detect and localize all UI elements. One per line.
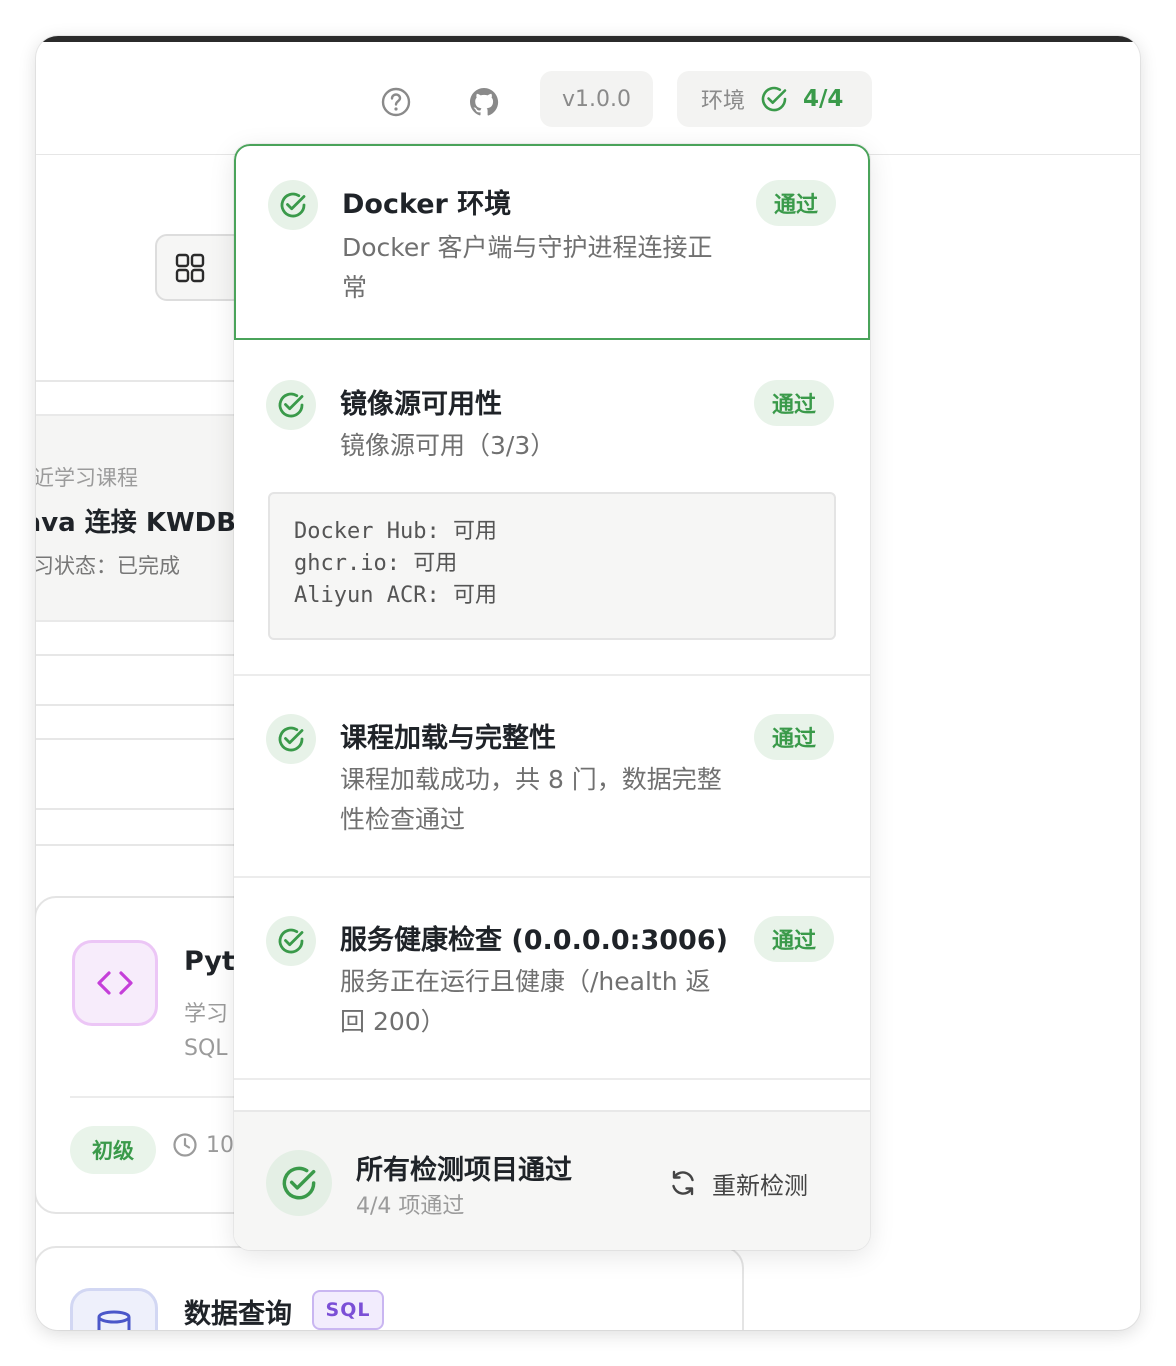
course-card[interactable]: 数据查询 SQL (36, 1246, 744, 1330)
check-description: 课程加载成功，共 8 门，数据完整性检查通过 (340, 765, 722, 834)
summary-title: 所有检测项目通过 (356, 1155, 572, 1186)
mirror-line: Aliyun ACR: 可用 (294, 583, 497, 608)
app-window: v1.0.0 环境 4/4 最近学习课程 Java 连接 KWDB 学习状态：已… (36, 36, 1140, 1330)
check-item-health[interactable]: 服务健康检查 (0.0.0.0:3006) 服务正在运行且健康（/health … (234, 878, 870, 1078)
help-icon[interactable] (376, 82, 416, 122)
check-circle-icon (266, 714, 316, 764)
check-title: 课程加载与完整性 (340, 723, 556, 754)
divider (36, 380, 246, 382)
sql-badge: SQL (312, 1290, 384, 1330)
check-item-courses[interactable]: 课程加载与完整性 课程加载成功，共 8 门，数据完整性检查通过 通过 (234, 676, 870, 876)
duration-value: 10 (206, 1132, 234, 1158)
check-summary-footer: 所有检测项目通过 4/4 项通过 重新检测 (234, 1110, 870, 1250)
check-description: 镜像源可用（3/3） (340, 431, 556, 460)
refresh-icon (668, 1168, 698, 1198)
grid-view-toggle[interactable] (155, 234, 245, 301)
recent-course-status: 学习状态：已完成 (36, 554, 180, 578)
grid-icon (175, 253, 205, 283)
level-badge: 初级 (70, 1126, 156, 1174)
check-title: Docker 环境 (342, 189, 512, 220)
check-title: 镜像源可用性 (340, 389, 502, 420)
check-circle-icon (266, 1150, 332, 1216)
environment-status-button[interactable]: 环境 4/4 (677, 71, 872, 127)
database-icon (70, 1288, 158, 1330)
summary-subtitle: 4/4 项通过 (356, 1194, 465, 1219)
course-title: 数据查询 (184, 1299, 292, 1330)
duration: 10 (172, 1132, 234, 1158)
course-meta: 学习 (184, 1002, 229, 1027)
version-badge[interactable]: v1.0.0 (540, 71, 653, 127)
recent-course-card[interactable]: 最近学习课程 Java 连接 KWDB 学习状态：已完成 (36, 414, 251, 622)
recent-course-label: 最近学习课程 (36, 466, 138, 490)
mirror-line: ghcr.io: 可用 (294, 551, 458, 576)
pass-badge: 通过 (754, 380, 834, 426)
check-description: 服务正在运行且健康（/health 返回 200） (340, 967, 711, 1036)
course-tag: SQL (184, 1036, 228, 1061)
code-icon (72, 940, 158, 1026)
check-description: Docker 客户端与守护进程连接正常 (342, 233, 713, 302)
pass-badge: 通过 (756, 180, 836, 226)
divider (36, 808, 246, 810)
divider (234, 1078, 870, 1080)
environment-count: 4/4 (803, 86, 844, 112)
environment-label: 环境 (701, 89, 746, 114)
divider (36, 704, 246, 706)
mirror-details: Docker Hub: 可用 ghcr.io: 可用 Aliyun ACR: 可… (268, 492, 836, 640)
pass-badge: 通过 (754, 916, 834, 962)
check-title: 服务健康检查 (0.0.0.0:3006) (340, 925, 728, 956)
divider (36, 844, 246, 846)
check-circle-icon (268, 180, 318, 230)
github-icon[interactable] (464, 82, 504, 122)
recheck-button[interactable]: 重新检测 (668, 1160, 808, 1206)
environment-check-popover: Docker 环境 Docker 客户端与守护进程连接正常 通过 镜像源可用性 … (234, 144, 870, 1250)
recheck-label: 重新检测 (712, 1171, 808, 1200)
check-item-docker[interactable]: Docker 环境 Docker 客户端与守护进程连接正常 通过 (234, 144, 870, 340)
check-circle-icon (266, 380, 316, 430)
divider (36, 738, 246, 740)
clock-icon (172, 1132, 198, 1158)
mirror-line: Docker Hub: 可用 (294, 519, 497, 544)
header-bar: v1.0.0 环境 4/4 (36, 42, 1140, 155)
recent-course-title: Java 连接 KWDB (36, 508, 237, 538)
check-circle-icon (266, 916, 316, 966)
check-item-mirrors[interactable]: 镜像源可用性 镜像源可用（3/3） 通过 Docker Hub: 可用 ghcr… (234, 340, 870, 674)
check-circle-icon (759, 84, 789, 114)
pass-badge: 通过 (754, 714, 834, 760)
divider (36, 654, 246, 656)
